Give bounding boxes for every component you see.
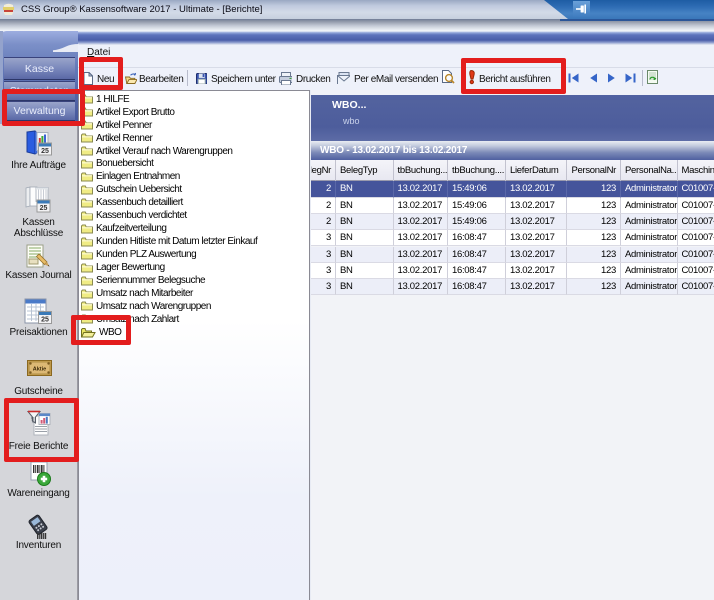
- svg-text:25: 25: [41, 148, 49, 155]
- svg-text:25: 25: [41, 317, 49, 324]
- svg-text:Aktie: Aktie: [33, 367, 46, 373]
- svg-text:25: 25: [40, 205, 48, 212]
